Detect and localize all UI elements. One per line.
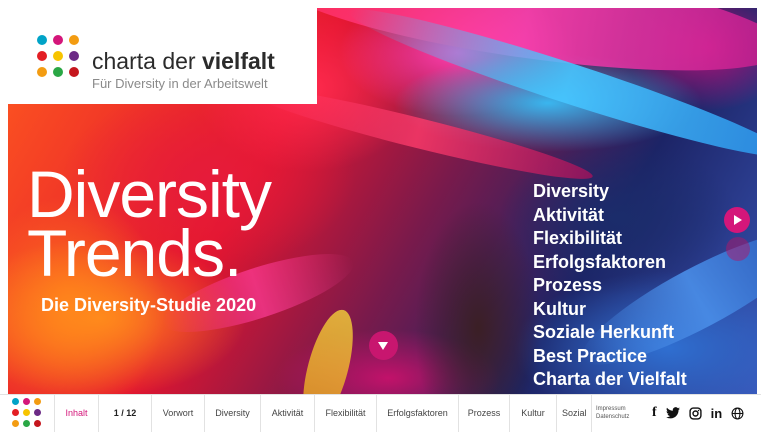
toc-item-diversity[interactable]: Diversity: [533, 180, 687, 204]
table-of-contents: Diversity Aktivität Flexibilität Erfolgs…: [533, 180, 687, 392]
bottom-logo-dot: [34, 397, 41, 405]
logo-dot: [69, 51, 79, 61]
toc-item-aktivitaet[interactable]: Aktivität: [533, 204, 687, 228]
bottom-logo-dots-icon: [12, 397, 41, 427]
logo-dot: [69, 67, 79, 77]
bottom-navigation: Inhalt 1 / 12 Vorwort Diversity Aktivitä…: [0, 394, 761, 432]
toc-item-best-practice[interactable]: Best Practice: [533, 345, 687, 369]
logo[interactable]: charta der vielfalt Für Diversity in der…: [8, 8, 317, 104]
logo-dot: [37, 35, 47, 45]
bottom-logo-dot: [23, 419, 30, 427]
prev-page-arrow-icon[interactable]: [726, 237, 750, 261]
next-page-arrow-icon[interactable]: [724, 207, 750, 233]
bottom-logo-dot: [23, 397, 30, 405]
toc-item-soziale-herkunft[interactable]: Soziale Herkunft: [533, 321, 687, 345]
toc-item-prozess[interactable]: Prozess: [533, 274, 687, 298]
bottom-logo-dot: [12, 408, 19, 416]
bottom-logo-dot: [34, 408, 41, 416]
bottom-logo-dot: [12, 419, 19, 427]
hero-subtitle: Die Diversity-Studie 2020: [41, 295, 257, 315]
nav-inhalt[interactable]: Inhalt: [55, 394, 99, 432]
logo-dot: [37, 67, 47, 77]
bottom-logo-dot: [34, 419, 41, 427]
toc-item-erfolgsfaktoren[interactable]: Erfolgsfaktoren: [533, 251, 687, 275]
legal-links: Impressum Datenschutz: [596, 405, 646, 421]
nav-sozial[interactable]: Sozial: [557, 394, 592, 432]
nav-erfolgsfaktoren[interactable]: Erfolgsfaktoren: [377, 394, 459, 432]
logo-dot: [53, 67, 63, 77]
bottom-logo-dot: [23, 408, 30, 416]
logo-title-bold: vielfalt: [201, 48, 275, 74]
hero-title-line2: Trends.: [27, 216, 242, 290]
social-links: f in: [652, 405, 744, 421]
logo-dot: [69, 35, 79, 45]
instagram-icon[interactable]: [689, 406, 702, 420]
nav-flexibilitaet[interactable]: Flexibilität: [315, 394, 377, 432]
logo-subtitle: Für Diversity in der Arbeitswelt: [92, 76, 268, 91]
twitter-icon[interactable]: [665, 407, 680, 419]
page-indicator: 1 / 12: [99, 394, 152, 432]
hero-title: Diversity Trends.: [27, 161, 272, 290]
bottom-logo-dot: [12, 397, 19, 405]
datenschutz-link[interactable]: Datenschutz: [596, 413, 646, 421]
globe-icon[interactable]: [731, 407, 744, 420]
logo-dot: [53, 51, 63, 61]
nav-diversity[interactable]: Diversity: [205, 394, 261, 432]
toc-item-charta[interactable]: Charta der Vielfalt: [533, 368, 687, 392]
toc-item-flexibilitaet[interactable]: Flexibilität: [533, 227, 687, 251]
linkedin-icon[interactable]: in: [711, 406, 723, 421]
toc-item-kultur[interactable]: Kultur: [533, 298, 687, 322]
impressum-link[interactable]: Impressum: [596, 405, 646, 413]
nav-aktivitaet[interactable]: Aktivität: [261, 394, 315, 432]
nav-prozess[interactable]: Prozess: [459, 394, 510, 432]
facebook-icon[interactable]: f: [652, 405, 657, 421]
nav-kultur[interactable]: Kultur: [510, 394, 557, 432]
logo-dots-icon: [37, 35, 79, 77]
scroll-down-arrow-icon[interactable]: [369, 331, 398, 360]
logo-title: charta der vielfalt: [92, 48, 275, 75]
logo-dot: [37, 51, 47, 61]
nav-vorwort[interactable]: Vorwort: [152, 394, 205, 432]
bottom-logo[interactable]: [0, 394, 55, 432]
logo-dot: [53, 35, 63, 45]
logo-title-regular: charta der: [92, 48, 202, 74]
